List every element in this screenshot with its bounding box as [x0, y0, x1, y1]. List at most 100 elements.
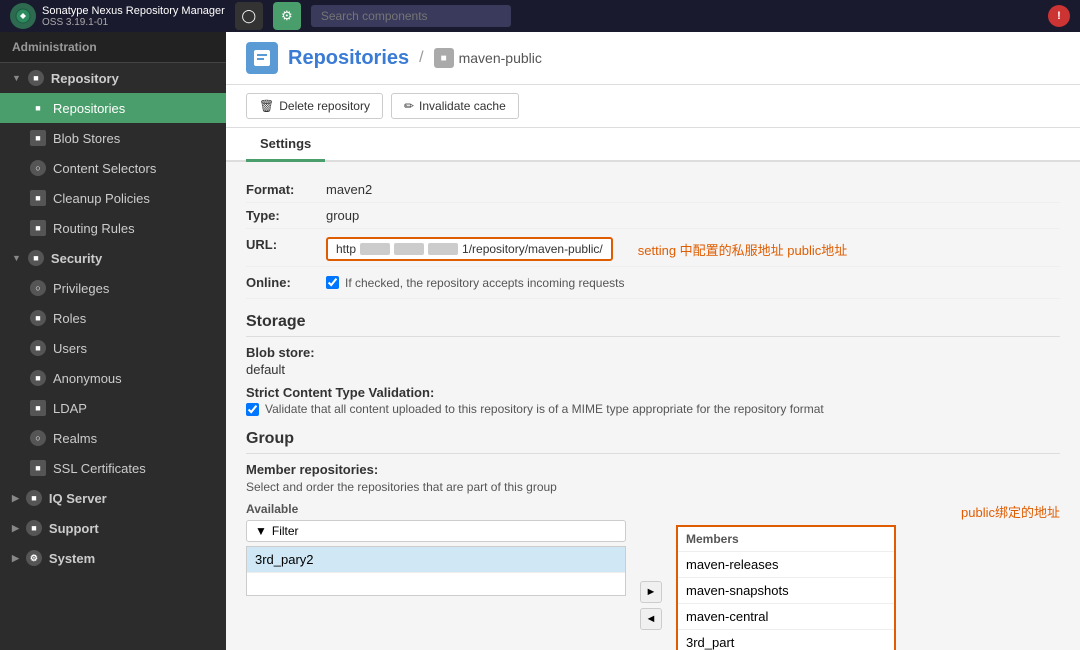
list-item[interactable]: 3rd_pary2	[247, 547, 625, 573]
sidebar-item-label: SSL Certificates	[53, 461, 146, 476]
tabs-bar: Settings	[226, 128, 1080, 162]
repository-icon: ■	[28, 70, 44, 86]
filter-box[interactable]: ▼ Filter	[246, 520, 626, 542]
member-item-maven-central[interactable]: maven-central	[678, 604, 894, 630]
available-list: 3rd_pary2	[246, 546, 626, 596]
sidebar-group-security[interactable]: ▼ ■ Security	[0, 243, 226, 273]
delete-button-label: Delete repository	[279, 99, 370, 113]
sidebar-group-support[interactable]: ▶ ■ Support	[0, 513, 226, 543]
privileges-icon: ○	[30, 280, 46, 296]
sidebar-item-content-selectors[interactable]: ○ Content Selectors	[0, 153, 226, 183]
storage-section-title: Storage	[246, 313, 1060, 337]
type-label: Type:	[246, 208, 326, 223]
type-row: Type: group	[246, 203, 1060, 229]
sidebar-item-label: Realms	[53, 431, 97, 446]
alert-badge[interactable]: !	[1048, 5, 1070, 27]
sidebar-group-system[interactable]: ▶ ⚙ System	[0, 543, 226, 573]
available-header: Available	[246, 502, 626, 516]
online-label: Online:	[246, 275, 326, 290]
member-item-maven-snapshots[interactable]: maven-snapshots	[678, 578, 894, 604]
sidebar-item-routing-rules[interactable]: ■ Routing Rules	[0, 213, 226, 243]
invalidate-cache-button[interactable]: ✏ Invalidate cache	[391, 93, 519, 119]
strict-validation-label: Strict Content Type Validation:	[246, 385, 1060, 400]
filter-label: Filter	[272, 524, 299, 538]
page-title: Repositories	[288, 47, 409, 70]
url-suffix: 1/repository/maven-public/	[462, 242, 603, 256]
format-row: Format: maven2	[246, 177, 1060, 203]
url-label: URL:	[246, 237, 326, 252]
sidebar-item-label: Privileges	[53, 281, 109, 296]
sidebar-iq-label: IQ Server	[49, 491, 107, 506]
sidebar-item-realms[interactable]: ○ Realms	[0, 423, 226, 453]
breadcrumb: ■ maven-public	[434, 48, 542, 68]
chevron-down-icon: ▼	[12, 73, 21, 83]
online-check-text: If checked, the repository accepts incom…	[345, 276, 624, 290]
toolbar: 🗑 Delete repository ✏ Invalidate cache	[226, 85, 1080, 128]
member-repos-desc: Select and order the repositories that a…	[246, 480, 1060, 494]
gear-icon[interactable]: ⚙	[273, 2, 301, 30]
sidebar-item-users[interactable]: ■ Users	[0, 333, 226, 363]
move-right-button[interactable]: ►	[640, 581, 662, 603]
chevron-right-icon: ▶	[12, 553, 19, 564]
chevron-right-icon: ▶	[12, 523, 19, 534]
online-checkbox[interactable]	[326, 276, 339, 289]
sidebar-item-label: Users	[53, 341, 87, 356]
url-ip-block1	[360, 243, 390, 255]
sidebar-item-repositories[interactable]: ■ Repositories	[0, 93, 226, 123]
sidebar-item-ldap[interactable]: ■ LDAP	[0, 393, 226, 423]
member-label: maven-central	[686, 609, 768, 624]
sidebar-item-label: Routing Rules	[53, 221, 135, 236]
members-box: Members maven-releases maven-snapshots m…	[676, 525, 896, 650]
strict-validation-text: Validate that all content uploaded to th…	[265, 402, 824, 416]
support-icon: ■	[26, 520, 42, 536]
sidebar-group-repository[interactable]: ▼ ■ Repository	[0, 63, 226, 93]
type-value: group	[326, 208, 359, 223]
breadcrumb-label: maven-public	[459, 50, 542, 66]
sidebar-item-label: Anonymous	[53, 371, 122, 386]
sidebar-group-iq[interactable]: ▶ ■ IQ Server	[0, 483, 226, 513]
invalidate-button-label: Invalidate cache	[419, 99, 506, 113]
url-row: URL: http 1/repository/maven-public/ set…	[246, 229, 1060, 267]
users-icon: ■	[30, 340, 46, 356]
realms-icon: ○	[30, 430, 46, 446]
online-checkbox-row: If checked, the repository accepts incom…	[326, 276, 624, 290]
format-value: maven2	[326, 182, 372, 197]
cube-icon[interactable]: ◯	[235, 2, 263, 30]
member-item-3rd-part[interactable]: 3rd_part	[678, 630, 894, 650]
list-item-label: 3rd_pary2	[255, 552, 314, 567]
app-title: Sonatype Nexus Repository Manager OSS 3.…	[42, 5, 225, 28]
ssl-icon: ■	[30, 460, 46, 476]
page-header: Repositories / ■ maven-public	[226, 32, 1080, 85]
sidebar-item-roles[interactable]: ■ Roles	[0, 303, 226, 333]
cleanup-icon: ■	[30, 190, 46, 206]
chevron-right-icon: ▶	[12, 493, 19, 504]
page-icon	[246, 42, 278, 74]
trash-icon: 🗑	[259, 99, 274, 113]
delete-repository-button[interactable]: 🗑 Delete repository	[246, 93, 383, 119]
sidebar-item-anonymous[interactable]: ■ Anonymous	[0, 363, 226, 393]
member-item-maven-releases[interactable]: maven-releases	[678, 552, 894, 578]
url-prefix: http	[336, 242, 356, 256]
online-row: Online: If checked, the repository accep…	[246, 267, 1060, 299]
sidebar-security-label: Security	[51, 251, 102, 266]
url-ip-block2	[394, 243, 424, 255]
search-input[interactable]	[311, 5, 511, 27]
sidebar-item-blob-stores[interactable]: ■ Blob Stores	[0, 123, 226, 153]
arrow-column: ► ◄	[636, 552, 666, 650]
sidebar-item-cleanup-policies[interactable]: ■ Cleanup Policies	[0, 183, 226, 213]
main-content: Repositories / ■ maven-public 🗑 Delete r…	[226, 32, 1080, 650]
member-label: 3rd_part	[686, 635, 734, 650]
edit-icon: ✏	[404, 99, 414, 113]
tab-settings[interactable]: Settings	[246, 128, 325, 162]
members-section: public绑定的地址 Members maven-releases maven…	[676, 502, 1060, 650]
strict-validation-checkbox[interactable]	[246, 403, 259, 416]
roles-icon: ■	[30, 310, 46, 326]
repositories-icon: ■	[30, 100, 46, 116]
blob-store-value: default	[246, 362, 1060, 377]
topbar: Sonatype Nexus Repository Manager OSS 3.…	[0, 0, 1080, 32]
sidebar-item-ssl-certs[interactable]: ■ SSL Certificates	[0, 453, 226, 483]
format-label: Format:	[246, 182, 326, 197]
blob-stores-icon: ■	[30, 130, 46, 146]
move-left-button[interactable]: ◄	[640, 608, 662, 630]
sidebar-item-privileges[interactable]: ○ Privileges	[0, 273, 226, 303]
